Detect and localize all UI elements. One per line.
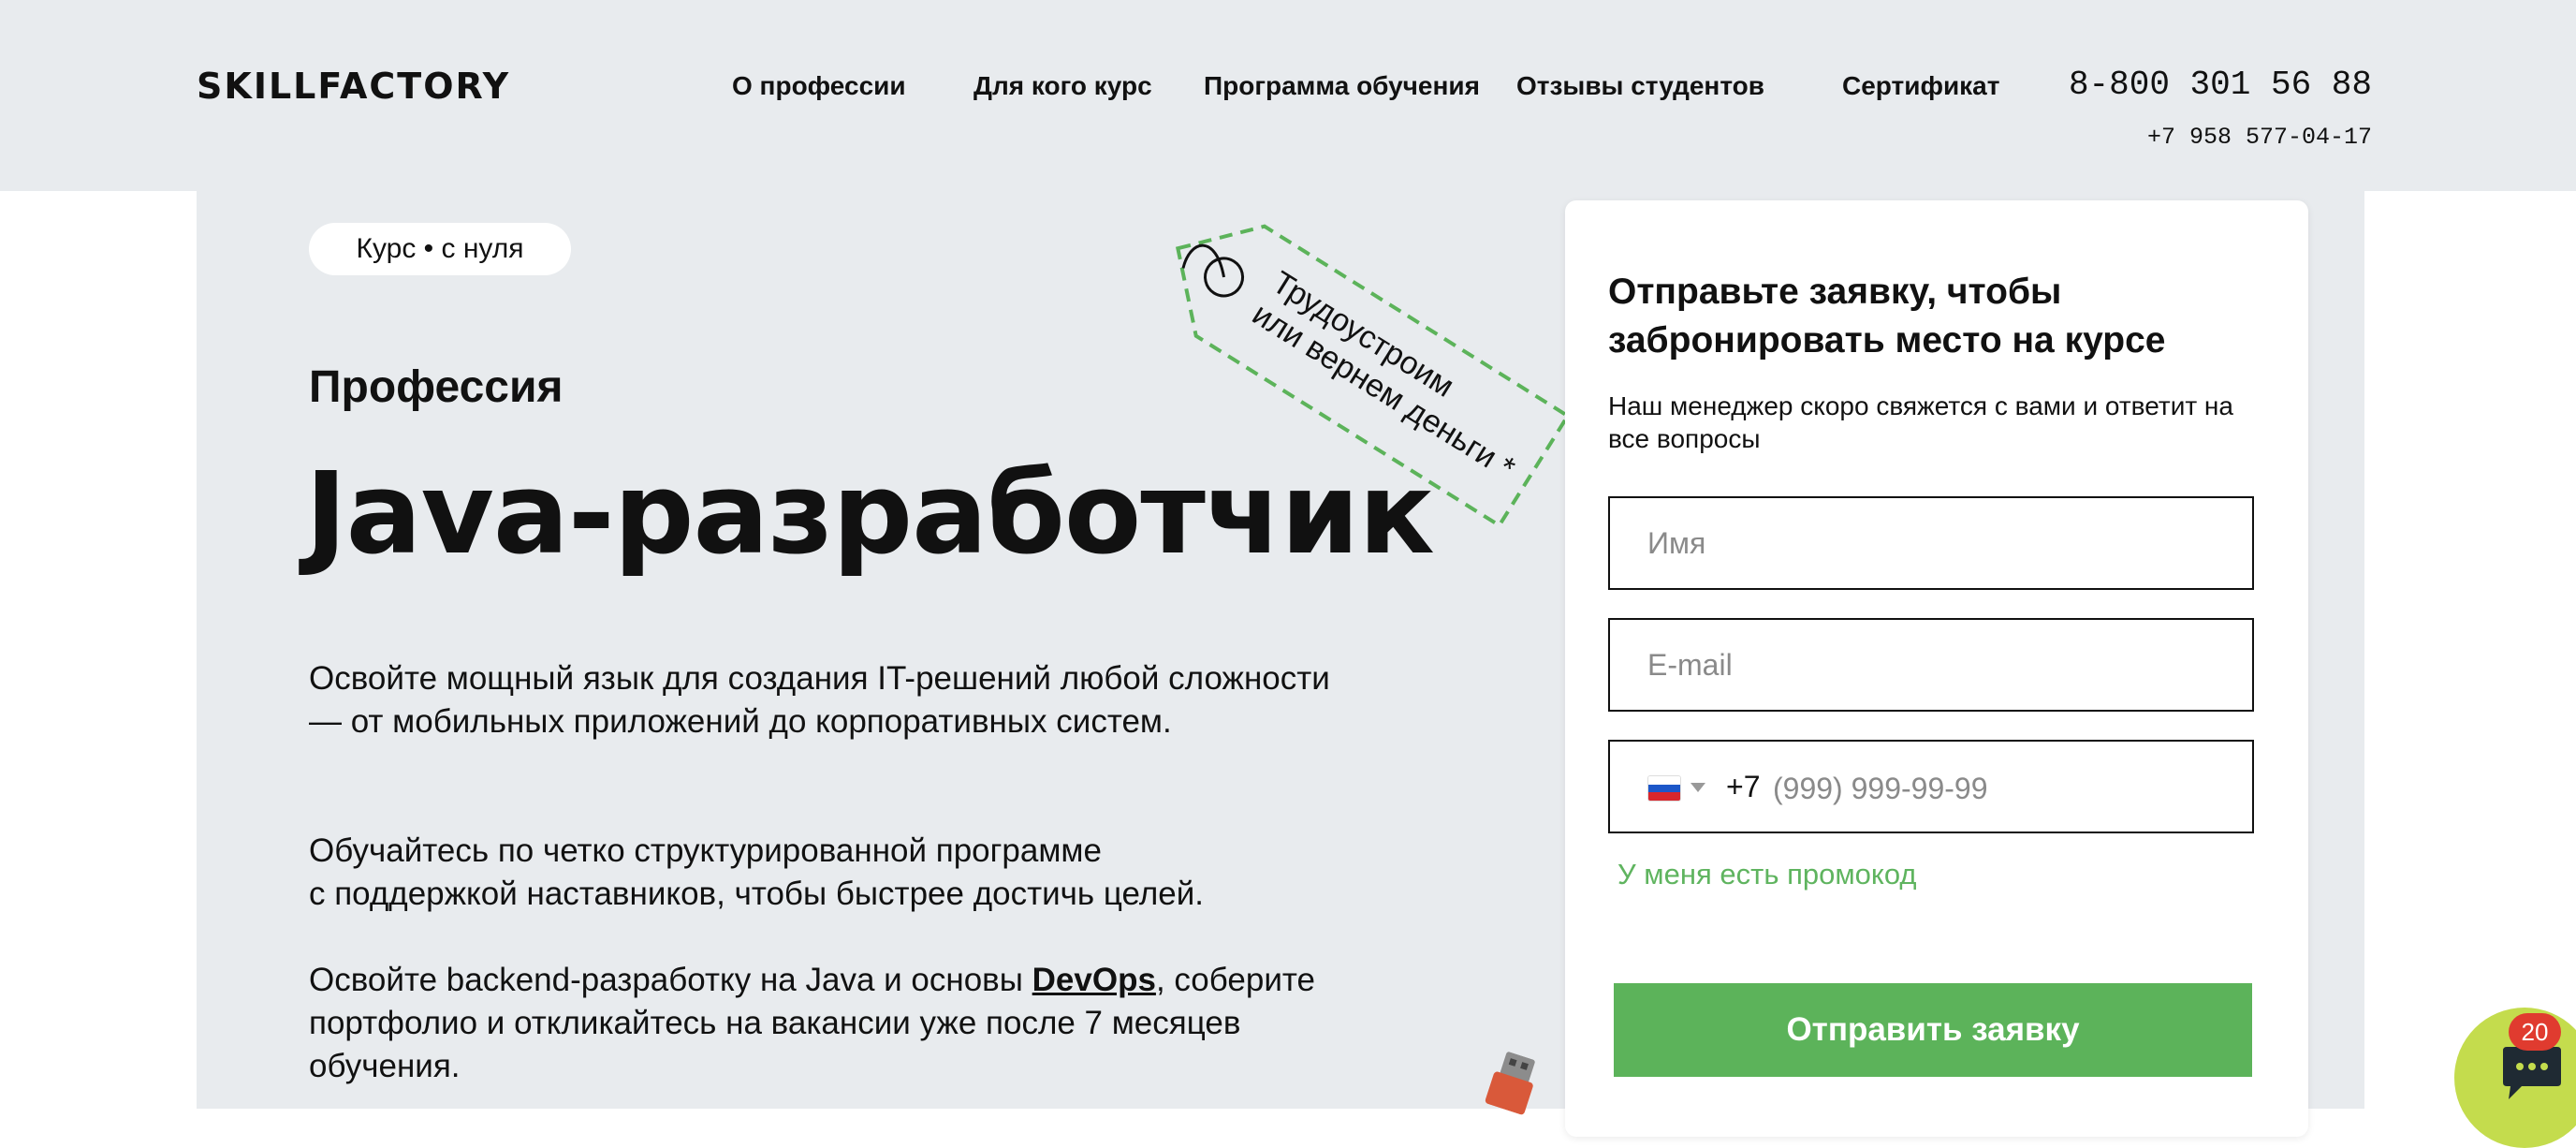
phone-input[interactable] bbox=[1771, 760, 2220, 817]
application-form: Отправьте заявку, чтобы забронировать ме… bbox=[1565, 200, 2308, 1137]
hero-paragraph-3: Освойте backend-разработку на Java и осн… bbox=[309, 959, 1320, 1088]
phone-alt[interactable]: +7 958 577-04-17 bbox=[2147, 124, 2372, 151]
form-subtitle: Наш менеджер скоро свяжется с вами и отв… bbox=[1608, 391, 2233, 453]
nav-about-profession[interactable]: О профессии bbox=[732, 71, 906, 101]
hero-paragraph-2-line-2: с поддержкой наставников, чтобы быстрее … bbox=[309, 876, 1204, 912]
promo-code-link[interactable]: У меня есть промокод bbox=[1617, 858, 1916, 891]
phone-main[interactable]: 8-800 301 56 88 bbox=[2069, 66, 2372, 104]
form-title: Отправьте заявку, чтобы забронировать ме… bbox=[1608, 272, 2166, 361]
site-header: SKILLFACTORY О профессии Для кого курс П… bbox=[0, 0, 2576, 191]
russia-flag-icon[interactable] bbox=[1647, 775, 1681, 802]
hero-title: Java-разработчик bbox=[305, 449, 1435, 580]
hero-eyebrow: Профессия bbox=[309, 362, 564, 412]
nav-program[interactable]: Программа обучения bbox=[1204, 71, 1480, 101]
chat-unread-badge: 20 bbox=[2509, 1013, 2561, 1051]
nav-reviews[interactable]: Отзывы студентов bbox=[1516, 71, 1764, 101]
devops-link[interactable]: DevOps bbox=[1032, 962, 1156, 998]
phone-field: +7 bbox=[1608, 740, 2254, 833]
submit-button[interactable]: Отправить заявку bbox=[1614, 983, 2252, 1077]
chevron-down-icon[interactable] bbox=[1690, 783, 1705, 792]
phone-country-code: +7 bbox=[1726, 770, 1761, 803]
email-field[interactable] bbox=[1608, 618, 2254, 712]
hero-paragraph-1: Освойте мощный язык для создания IT-реше… bbox=[309, 660, 1330, 740]
name-field[interactable] bbox=[1608, 496, 2254, 590]
skillfactory-logo[interactable]: SKILLFACTORY bbox=[197, 66, 510, 107]
nav-certificate[interactable]: Сертификат bbox=[1842, 71, 1999, 101]
hero-paragraph-2: Обучайтесь по четко структурированной пр… bbox=[309, 830, 1357, 916]
course-badge: Курс • с нуля bbox=[309, 223, 571, 275]
hero-paragraph-2-line-1: Обучайтесь по четко структурированной пр… bbox=[309, 832, 1102, 869]
nav-for-whom[interactable]: Для кого курс bbox=[973, 71, 1152, 101]
hero-paragraph-3-text: Освойте backend-разработку на Java и осн… bbox=[309, 962, 1032, 998]
chat-icon bbox=[2503, 1047, 2561, 1099]
